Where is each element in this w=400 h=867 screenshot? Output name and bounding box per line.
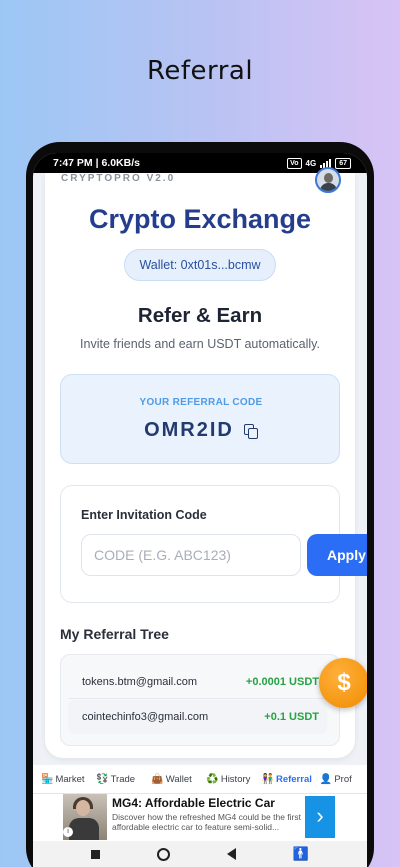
referral-email: cointechinfo3@gmail.com (82, 711, 209, 723)
invitation-box: Enter Invitation Code Apply (60, 485, 367, 603)
copy-icon[interactable] (243, 423, 258, 439)
apply-button[interactable]: Apply (307, 534, 367, 576)
profile-icon: 👤 (319, 773, 333, 785)
referral-amount: +0.0001 USDT (245, 675, 319, 688)
ad-arrow-button[interactable]: › (305, 796, 335, 838)
referral-icon: 👫 (261, 773, 274, 785)
referral-code-row: OMR2ID (61, 419, 341, 442)
ad-banner[interactable]: i MG4: Affordable Electric Car Discover … (33, 793, 367, 841)
nav-item-wallet[interactable]: 👜 Wallet (143, 774, 198, 785)
dollar-fab-button[interactable]: $ (319, 658, 367, 708)
nav-label: Wallet (165, 773, 192, 785)
nav-label: History (220, 773, 251, 785)
avatar-head (324, 173, 333, 183)
status-icons: Vo 4G 67 (287, 157, 351, 169)
referral-email: tokens.btm@gmail.com (82, 675, 198, 688)
ad-info-icon[interactable]: i (63, 827, 73, 837)
history-icon: ♻️ (206, 773, 219, 785)
nav-item-market[interactable]: 🏪 Market (33, 774, 88, 785)
ad-description: Discover how the refreshed MG4 could be … (112, 812, 301, 832)
referral-code-value: OMR2ID (144, 419, 234, 441)
ad-title: MG4: Affordable Electric Car (112, 796, 275, 810)
list-item: cointechinfo3@gmail.com +0.1 USDT (68, 700, 327, 734)
trade-icon: 💱 (96, 773, 109, 785)
battery-icon: 67 (335, 157, 351, 169)
referral-tree-title: My Referral Tree (60, 626, 169, 642)
refer-earn-title: Refer & Earn (137, 304, 263, 327)
list-item: tokens.btm@gmail.com +0.0001 USDT (68, 665, 327, 699)
accessibility-icon[interactable]: 🚹 (292, 846, 308, 862)
market-icon: 🏪 (41, 773, 54, 785)
status-time: 7:47 PM | 6.0KB/s (53, 157, 140, 169)
avatar-body (320, 183, 337, 191)
main-card: CRYPTOPRO V2.0 Crypto Exchange Wallet: 0… (45, 167, 367, 758)
nav-item-history[interactable]: ♻️ History (198, 774, 253, 785)
network-type: 4G (305, 158, 317, 168)
refer-earn-subtitle: Invite friends and earn USDT automatical… (80, 337, 320, 351)
referral-amount: +0.1 USDT (264, 711, 319, 723)
phone-screen: 7:47 PM | 6.0KB/s Vo 4G 67 CRYPTOPRO V2.… (33, 153, 367, 867)
app-title: Crypto Exchange (88, 204, 312, 234)
referral-code-label: YOUR REFERRAL CODE (139, 397, 263, 408)
nav-label: Market (55, 773, 85, 785)
promo-title: Referral (146, 56, 254, 86)
nav-label: Trade (110, 773, 136, 785)
home-button[interactable] (157, 847, 171, 861)
brand-label: CRYPTOPRO V2.0 (61, 173, 176, 184)
invitation-label: Enter Invitation Code (81, 508, 207, 522)
nav-item-trade[interactable]: 💱 Trade (88, 774, 143, 785)
ad-photo-shirt (69, 818, 99, 840)
wallet-icon: 👜 (151, 773, 164, 785)
ad-photo-face (76, 800, 90, 816)
referral-tree-list: tokens.btm@gmail.com +0.0001 USDT cointe… (60, 654, 340, 746)
referral-code-box: YOUR REFERRAL CODE OMR2ID (60, 374, 340, 464)
status-bar: 7:47 PM | 6.0KB/s Vo 4G 67 (33, 153, 367, 173)
nav-item-referral[interactable]: 👫 Referral (254, 774, 312, 785)
wallet-address-pill[interactable]: Wallet: 0xt01s...bcmw (124, 249, 276, 281)
nav-label: Prof (334, 773, 352, 785)
avatar[interactable] (315, 167, 341, 193)
system-nav-bar: 🚹 (33, 841, 367, 867)
recents-button[interactable] (91, 849, 101, 859)
back-button[interactable] (226, 848, 236, 860)
bottom-nav: 🏪 Market 💱 Trade 👜 Wallet ♻️ History 👫 R… (33, 765, 367, 793)
nav-item-profile[interactable]: 👤 Prof (312, 774, 367, 785)
nav-label: Referral (275, 773, 312, 785)
invitation-code-input[interactable] (81, 534, 301, 576)
volte-icon: Vo (287, 157, 302, 169)
